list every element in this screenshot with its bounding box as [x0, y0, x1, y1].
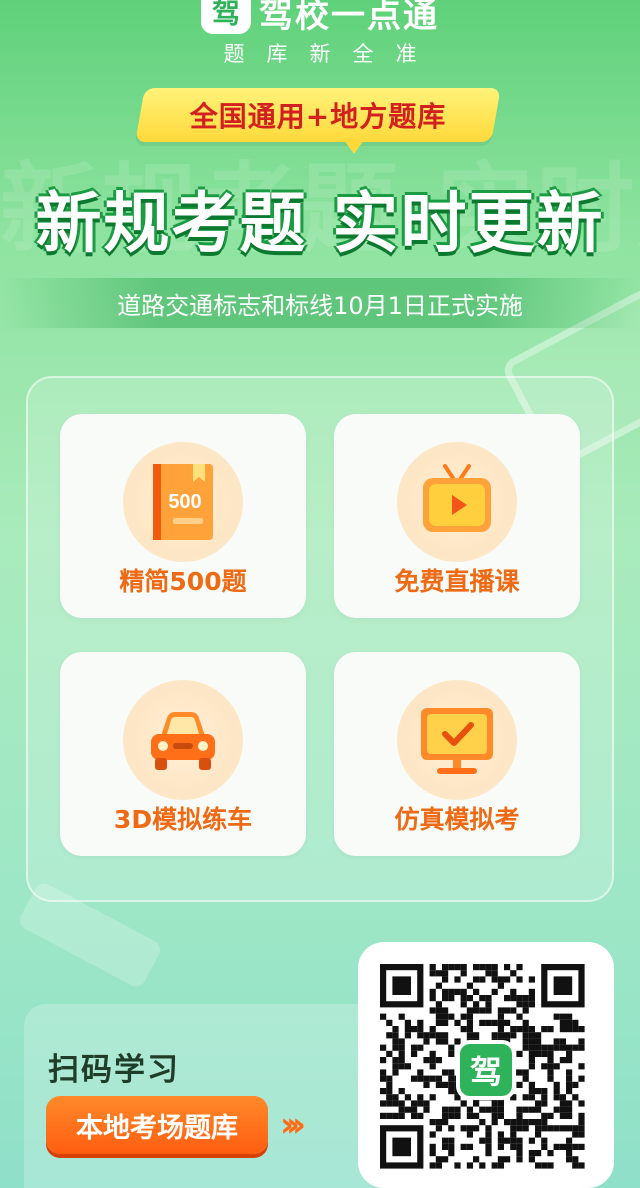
feature-card-3d-practice[interactable]: 3D模拟练车	[60, 652, 306, 856]
scan-title: 扫码学习	[48, 1052, 180, 1088]
qr-center-logo: 驾	[456, 1040, 516, 1100]
tv-play-icon	[423, 464, 491, 532]
brand-name: 驾校一点通	[259, 0, 439, 36]
subtitle: 道路交通标志和标线10月1日正式实施	[117, 291, 523, 320]
car-icon	[151, 712, 215, 770]
local-exam-bank-button[interactable]: 本地考场题库	[46, 1096, 268, 1154]
banner-tail	[344, 140, 364, 154]
feature-label: 仿真模拟考	[394, 805, 520, 834]
feature-label: 3D模拟练车	[113, 805, 253, 834]
feature-card-500-questions[interactable]: 500 精简500题	[60, 414, 306, 618]
feature-card-mock-exam[interactable]: 仿真模拟考	[334, 652, 580, 856]
feature-card-live-course[interactable]: 免费直播课	[334, 414, 580, 618]
app-logo: 驾	[201, 0, 251, 34]
monitor-check-icon	[421, 708, 493, 774]
tagline: 题库新全准	[223, 42, 439, 66]
feature-label: 免费直播课	[394, 567, 520, 596]
brand-header: 驾 驾校一点通	[0, 0, 640, 36]
banner-label: 全国通用+地方题库	[189, 100, 447, 133]
headline: 新规考题 实时更新	[35, 185, 605, 262]
book-icon: 500	[153, 464, 213, 540]
book-icon-text: 500	[168, 491, 201, 513]
feature-label: 精简500题	[119, 567, 247, 596]
chevrons-right-icon: ›››	[280, 1105, 306, 1145]
